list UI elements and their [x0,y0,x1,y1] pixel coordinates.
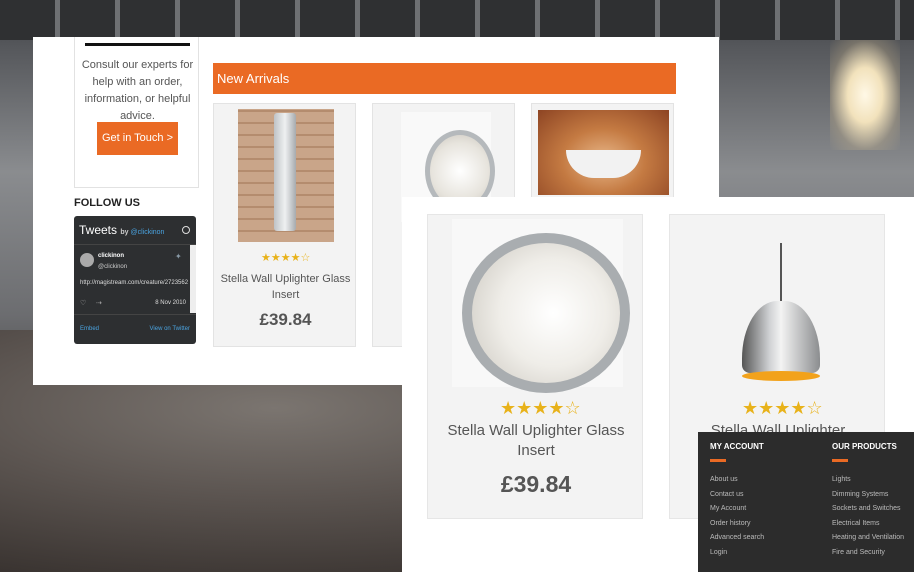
tweet-user-handle[interactable]: @clickinon [98,264,127,270]
background-fence [0,0,914,40]
contact-divider [85,43,190,46]
footer-account-title: MY ACCOUNT [710,442,764,451]
heart-icon[interactable]: ♡ [80,300,86,307]
product-name[interactable]: Stella Wall Uplighter Glass Insert [428,421,644,461]
twitter-title: Tweets [79,223,118,237]
footer-link[interactable]: Dimming Systems [832,491,904,506]
twitter-scrollbar[interactable] [190,245,196,313]
rating-stars: ★★★★☆ [261,252,311,264]
tweet-link[interactable]: http://magistream.com/creature/2723562 [80,280,188,286]
footer-accent-line [832,459,848,462]
footer-accent-line [710,459,726,462]
product-image-pendant[interactable] [742,301,820,373]
rating-stars: ★★★★☆ [500,398,581,418]
product-image-wall-bowl[interactable] [538,110,669,195]
footer-link[interactable]: Contact us [710,491,764,506]
product-price: £39.84 [259,310,312,329]
product-card[interactable]: ★★★★☆ Stella Wall Uplighter Glass Insert… [427,214,643,519]
contact-text: Consult our experts for help with an ord… [81,59,194,122]
follow-us-title: FOLLOW US [74,197,140,209]
product-name[interactable]: Stella Wall Uplighter Glass Insert [214,271,357,303]
twitter-header: Tweets by @clickinon [79,223,164,237]
footer-product-links: Lights Dimming Systems Sockets and Switc… [832,476,904,564]
info-icon[interactable] [182,226,190,234]
twitter-handle-link[interactable]: @clickinon [130,229,164,236]
footer-link[interactable]: Advanced search [710,534,764,549]
background-lamp-glow [830,40,900,150]
rating-stars: ★★★★☆ [742,398,823,418]
footer-link[interactable]: Heating and Ventilation [832,534,904,549]
view-on-twitter-link[interactable]: View on Twitter [150,326,190,332]
product-image-uplighter[interactable] [238,109,334,242]
footer-link[interactable]: Login [710,549,764,564]
get-in-touch-button[interactable]: Get in Touch > [97,122,178,155]
footer-link[interactable]: Sockets and Switches [832,505,904,520]
product-price: £39.84 [500,471,572,497]
product-card[interactable]: ★★★★☆ Stella Wall Uplighter Glass Insert… [213,103,356,347]
tweet-actions: ♡ ⇢ [80,299,102,307]
footer-products-title: OUR PRODUCTS [832,442,897,451]
pendant-rim [742,371,820,381]
new-arrivals-header: New Arrivals [213,63,676,94]
avatar[interactable] [80,253,94,267]
footer-link[interactable]: Lights [832,476,904,491]
tweet-date[interactable]: 8 Nov 2010 [155,300,186,306]
footer-link[interactable]: About us [710,476,764,491]
footer-link[interactable]: My Account [710,505,764,520]
twitter-widget: Tweets by @clickinon clickinon @clickino… [74,216,196,344]
twitter-bird-icon: ✦ [175,252,182,261]
product-image-round-light[interactable] [452,219,630,393]
footer-link[interactable]: Fire and Security [832,549,904,564]
twitter-by-label: by [120,229,129,236]
share-icon[interactable]: ⇢ [96,300,102,307]
footer-account-links: About us Contact us My Account Order his… [710,476,764,564]
twitter-footer-divider [74,314,196,315]
contact-box: Consult our experts for help with an ord… [74,37,199,188]
pendant-cord [780,243,782,303]
twitter-divider [74,244,196,245]
footer-link[interactable]: Order history [710,520,764,535]
tweet-user-name[interactable]: clickinon [98,253,124,259]
footer-link[interactable]: Electrical Items [832,520,904,535]
footer: MY ACCOUNT About us Contact us My Accoun… [698,432,914,572]
embed-link[interactable]: Embed [80,326,99,332]
twitter-by: by @clickinon [120,229,164,236]
